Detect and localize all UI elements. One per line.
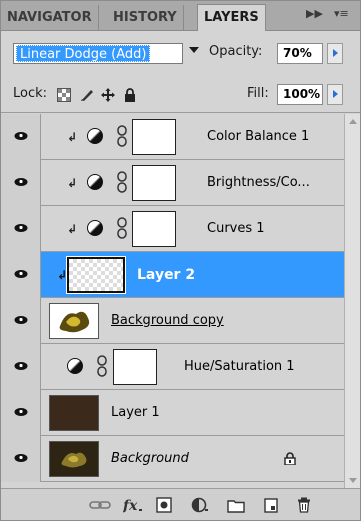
blend-dropdown-arrow-icon[interactable] xyxy=(189,47,199,53)
visibility-toggle[interactable] xyxy=(1,344,41,390)
adjustment-icon xyxy=(87,220,103,236)
layer-mask-thumbnail[interactable] xyxy=(132,165,176,201)
visibility-toggle[interactable] xyxy=(1,160,41,206)
layers-list: ↲ Color Balance 1 ↲ Brightness/Co... ↲ C… xyxy=(1,114,344,488)
adjustment-icon xyxy=(87,174,103,190)
visibility-toggle[interactable] xyxy=(1,298,41,344)
opacity-input[interactable]: 70% xyxy=(277,43,323,64)
adjustment-icon xyxy=(67,358,83,374)
scroll-down-icon[interactable] xyxy=(349,478,357,483)
layer-row[interactable]: ↲ Brightness/Co... xyxy=(1,160,344,206)
opacity-label: Opacity: xyxy=(209,44,263,59)
add-mask-icon[interactable] xyxy=(156,497,172,513)
trash-icon[interactable] xyxy=(297,497,311,513)
eye-icon xyxy=(14,270,28,278)
panel-tab-bar: NAVIGATOR HISTORY LAYERS ▶▶ ▾≡ xyxy=(1,1,360,31)
layer-name: Background xyxy=(111,451,189,466)
tab-layers[interactable]: LAYERS xyxy=(197,4,266,31)
layer-row[interactable]: Background copy xyxy=(1,298,344,344)
layer-mask-thumbnail[interactable] xyxy=(113,349,157,385)
new-group-icon[interactable] xyxy=(227,497,245,513)
layer-row[interactable]: ↲ Curves 1 xyxy=(1,206,344,252)
chain-link-icon[interactable] xyxy=(117,217,127,239)
image-thumbnail-icon xyxy=(61,452,87,468)
opacity-slider-button[interactable] xyxy=(327,43,343,64)
layer-row[interactable]: Layer 1 xyxy=(1,390,344,436)
lock-image-icon[interactable] xyxy=(80,88,94,102)
blend-mode-value: Linear Dodge (Add) xyxy=(16,45,151,62)
fill-slider-button[interactable] xyxy=(327,84,343,105)
eye-icon xyxy=(14,178,28,186)
visibility-toggle[interactable] xyxy=(1,390,41,436)
lock-label: Lock: xyxy=(13,86,48,101)
clip-arrow-icon: ↲ xyxy=(67,176,78,190)
layer-name: Color Balance 1 xyxy=(207,129,310,144)
fx-icon[interactable]: fx xyxy=(123,497,143,513)
blend-row: Linear Dodge (Add) Opacity: 70% xyxy=(1,32,360,72)
blend-mode-select[interactable]: Linear Dodge (Add) xyxy=(13,43,183,64)
layer-thumbnail[interactable] xyxy=(49,303,99,339)
collapse-panel-icon[interactable]: ▶▶ xyxy=(306,7,323,20)
layer-name: Layer 1 xyxy=(111,405,160,420)
visibility-toggle[interactable] xyxy=(1,206,41,252)
tab-history[interactable]: HISTORY xyxy=(107,5,184,31)
lock-transparent-icon[interactable] xyxy=(57,88,71,102)
layer-row[interactable]: Hue/Saturation 1 xyxy=(1,344,344,390)
layer-row[interactable]: Background xyxy=(1,436,344,482)
layer-thumbnail[interactable] xyxy=(66,256,126,294)
eye-icon xyxy=(14,132,28,140)
clip-arrow-icon: ↲ xyxy=(67,222,78,236)
layer-name: Layer 2 xyxy=(137,267,196,283)
eye-icon xyxy=(14,224,28,232)
svg-text:fx: fx xyxy=(123,498,138,513)
clip-arrow-icon: ↲ xyxy=(57,268,68,282)
layer-thumbnail[interactable] xyxy=(49,441,99,477)
layer-name: Hue/Saturation 1 xyxy=(184,359,295,374)
chain-link-icon[interactable] xyxy=(117,125,127,147)
layers-scrollbar[interactable] xyxy=(344,114,360,488)
visibility-toggle[interactable] xyxy=(1,436,41,482)
layer-mask-thumbnail[interactable] xyxy=(132,119,176,155)
chain-link-icon[interactable] xyxy=(117,171,127,193)
visibility-toggle[interactable] xyxy=(1,114,41,160)
tab-navigator[interactable]: NAVIGATOR xyxy=(1,5,99,31)
clip-arrow-icon: ↲ xyxy=(67,130,78,144)
layer-lock-icon xyxy=(284,452,296,465)
scroll-up-icon[interactable] xyxy=(349,119,357,124)
layer-name: Curves 1 xyxy=(207,221,265,236)
layer-name: Brightness/Co... xyxy=(207,175,310,190)
layer-thumbnail[interactable] xyxy=(49,395,99,431)
lock-position-icon[interactable] xyxy=(101,88,115,102)
layer-mask-thumbnail[interactable] xyxy=(132,211,176,247)
fill-label: Fill: xyxy=(247,86,269,101)
chain-link-icon[interactable] xyxy=(97,355,107,377)
lock-row: Lock: Fill: 100% xyxy=(1,77,360,113)
eye-icon xyxy=(14,316,28,324)
link-layers-icon[interactable] xyxy=(89,497,111,513)
visibility-toggle[interactable] xyxy=(1,252,41,298)
new-layer-icon[interactable] xyxy=(263,497,279,513)
adjustment-icon xyxy=(87,128,103,144)
eye-icon xyxy=(14,362,28,370)
layer-name: Background copy xyxy=(111,313,224,328)
new-adjustment-icon[interactable] xyxy=(191,497,209,513)
layer-row[interactable]: ↲ Color Balance 1 xyxy=(1,114,344,160)
image-thumbnail-icon xyxy=(59,311,90,333)
lock-all-icon[interactable] xyxy=(123,88,137,102)
panel-menu-icon[interactable]: ▾≡ xyxy=(334,7,349,20)
eye-icon xyxy=(14,454,28,462)
layers-toolbar: fx xyxy=(1,488,360,520)
layers-panel: NAVIGATOR HISTORY LAYERS ▶▶ ▾≡ Linear Do… xyxy=(0,0,361,521)
layer-row-selected[interactable]: ↲ Layer 2 xyxy=(1,252,344,298)
fill-input[interactable]: 100% xyxy=(277,84,323,105)
eye-icon xyxy=(14,408,28,416)
